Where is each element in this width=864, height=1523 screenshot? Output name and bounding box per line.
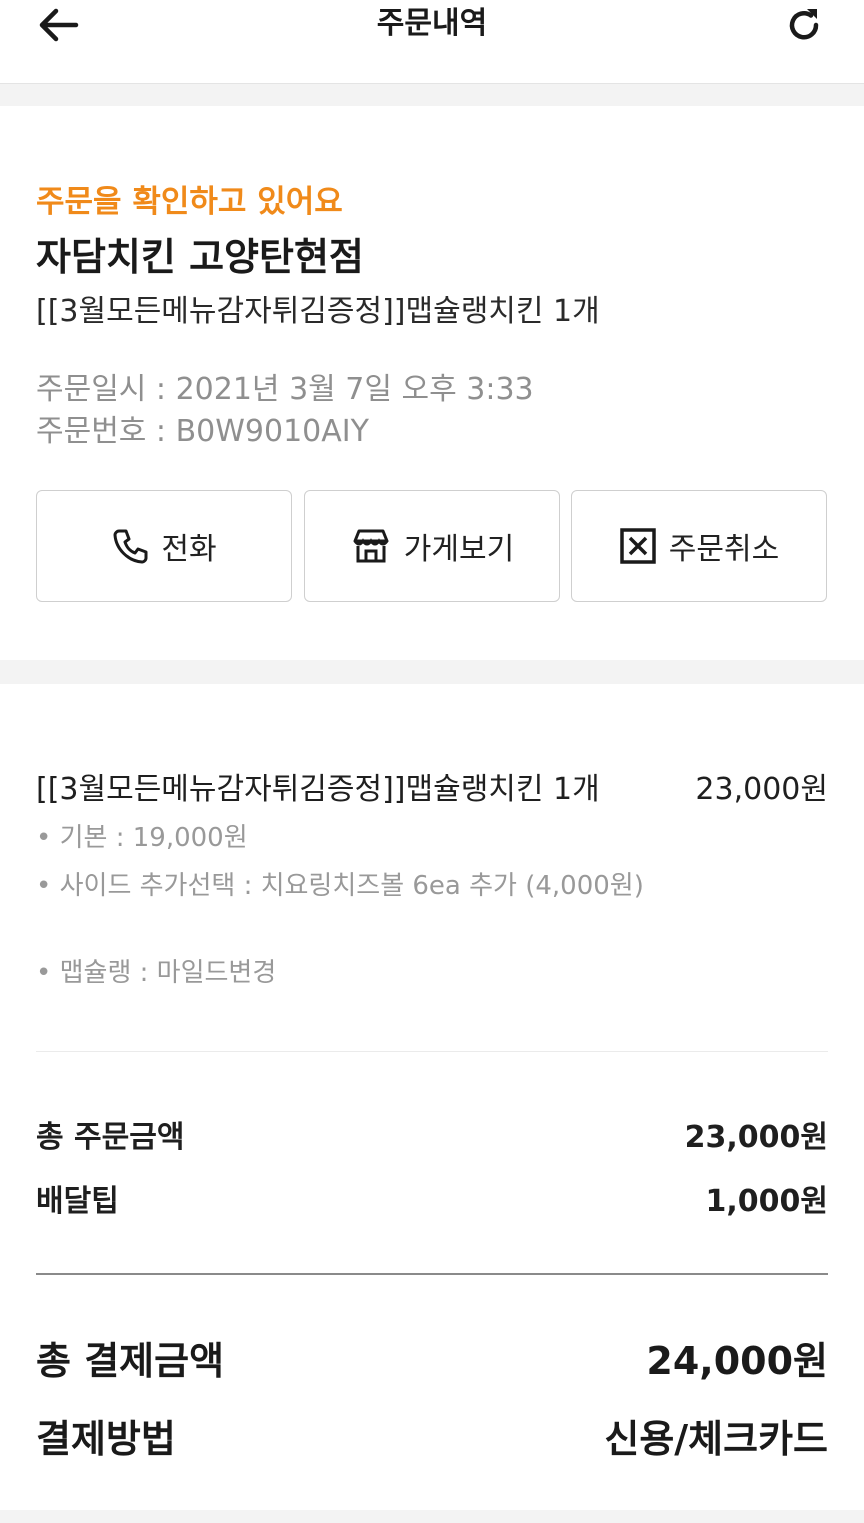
item-option: • 기본 : 19,000원 [36, 823, 248, 853]
order-status: 주문을 확인하고 있어요 [36, 184, 343, 220]
view-store-button[interactable]: 가게보기 [304, 490, 560, 602]
payment-total-label: 총 결제금액 [36, 1339, 225, 1383]
order-detail-card: [[3월모든메뉴감자튀김증정]]맵슐랭치킨 1개 23,000원 • 기본 : … [0, 684, 864, 1510]
cancel-order-button[interactable]: 주문취소 [571, 490, 827, 602]
order-date: 주문일시 : 2021년 3월 7일 오후 3:33 [36, 372, 534, 407]
item-option: • 사이드 추가선택 : 치요링치즈볼 6ea 추가 (4,000원) [36, 871, 644, 901]
order-amount-label: 총 주문금액 [36, 1120, 185, 1155]
store-icon [353, 529, 389, 563]
call-button-label: 전화 [161, 532, 217, 567]
divider [36, 1273, 828, 1275]
order-amount-value: 23,000원 [684, 1120, 828, 1155]
item-option: • 맵슐랭 : 마일드변경 [36, 958, 277, 988]
cancel-order-button-label: 주문취소 [668, 532, 780, 567]
page-title: 주문내역 [376, 6, 488, 41]
view-store-button-label: 가게보기 [403, 532, 515, 567]
payment-method-label: 결제방법 [36, 1417, 176, 1461]
cancel-box-icon [620, 528, 656, 564]
payment-method-value: 신용/체크카드 [604, 1417, 828, 1461]
payment-total-value: 24,000원 [646, 1339, 828, 1383]
refresh-icon [789, 9, 819, 40]
order-info-card: 주문을 확인하고 있어요 자담치킨 고양탄현점 [[3월모든메뉴감자튀김증정]]… [0, 106, 864, 660]
item-price: 23,000원 [695, 772, 828, 807]
phone-icon [113, 529, 148, 564]
store-name[interactable]: 자담치킨 고양탄현점 [36, 226, 364, 281]
delivery-tip-label: 배달팁 [36, 1184, 119, 1219]
item-name: [[3월모든메뉴감자튀김증정]]맵슐랭치킨 1개 [36, 772, 600, 807]
delivery-tip-value: 1,000원 [705, 1184, 829, 1219]
order-number: 주문번호 : B0W9010AIY [36, 414, 369, 449]
divider [36, 1051, 828, 1052]
refresh-button[interactable] [774, 0, 824, 50]
order-summary: [[3월모든메뉴감자튀김증정]]맵슐랭치킨 1개 [36, 294, 600, 329]
call-button[interactable]: 전화 [36, 490, 292, 602]
app-header: 주문내역 [0, 0, 864, 84]
